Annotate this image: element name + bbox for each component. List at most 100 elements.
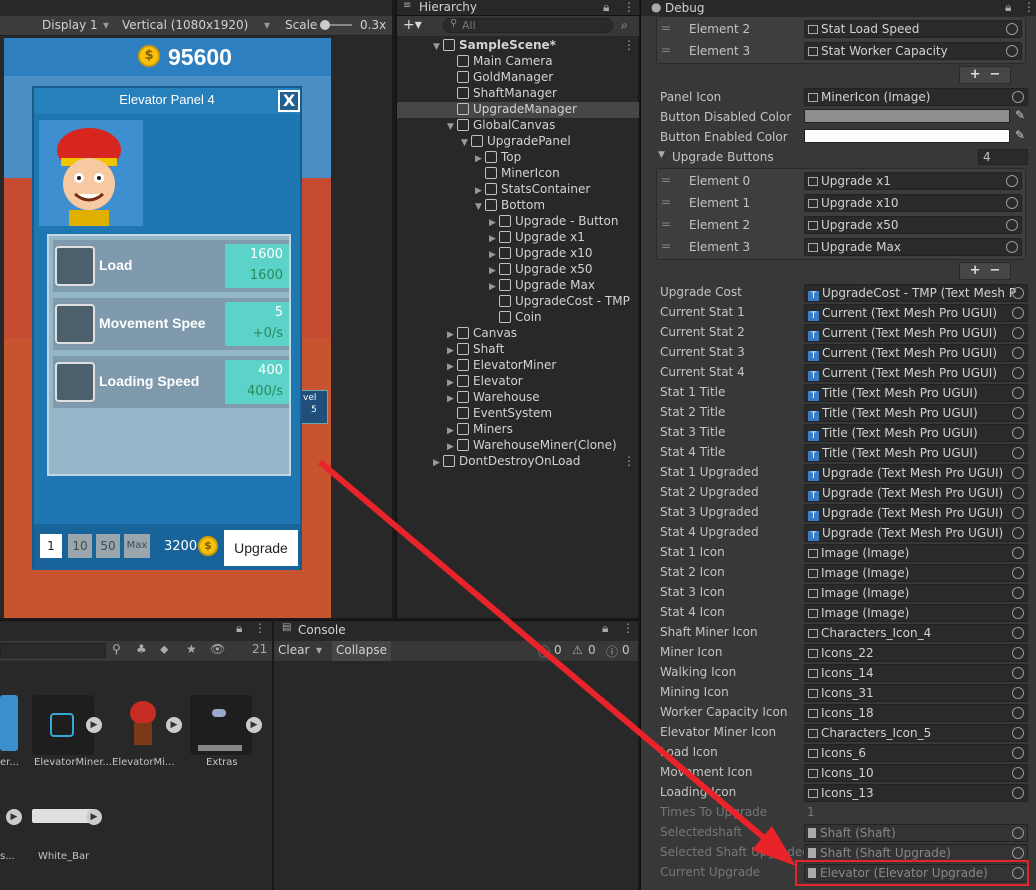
object-field[interactable]: T Current (Text Mesh Pro UGUI) bbox=[804, 344, 1028, 362]
foldout-arrow-icon[interactable]: ▶ bbox=[475, 154, 485, 164]
drag-handle-icon[interactable]: = bbox=[661, 173, 671, 187]
target-icon[interactable] bbox=[1012, 287, 1024, 299]
drag-handle-icon[interactable]: = bbox=[661, 43, 671, 57]
object-field[interactable]: T Upgrade (Text Mesh Pro UGUI) bbox=[804, 484, 1028, 502]
object-field[interactable]: Icons_31 bbox=[804, 684, 1028, 702]
target-icon[interactable] bbox=[1012, 667, 1024, 679]
target-icon[interactable] bbox=[1012, 767, 1024, 779]
object-field[interactable]: T Title (Text Mesh Pro UGUI) bbox=[804, 444, 1028, 462]
foldout-arrow-icon[interactable]: ▶ bbox=[489, 218, 499, 228]
target-icon[interactable] bbox=[1012, 527, 1024, 539]
lock-icon[interactable]: 🔒︎ bbox=[1005, 0, 1011, 15]
object-field[interactable]: Image (Image) bbox=[804, 604, 1028, 622]
object-field[interactable]: T Upgrade (Text Mesh Pro UGUI) bbox=[804, 504, 1028, 522]
hierarchy-item[interactable]: ▶ WarehouseMiner(Clone) bbox=[447, 438, 617, 454]
eyedropper-icon[interactable]: ✎ bbox=[1015, 128, 1025, 142]
target-icon[interactable] bbox=[1012, 727, 1024, 739]
element-field[interactable]: Upgrade x10 bbox=[804, 194, 1022, 212]
asset-label[interactable]: Extras bbox=[206, 757, 238, 768]
object-field[interactable]: T Title (Text Mesh Pro UGUI) bbox=[804, 424, 1028, 442]
foldout-arrow-icon[interactable]: ▼ bbox=[447, 122, 457, 132]
object-field[interactable]: Icons_13 bbox=[804, 784, 1028, 802]
expand-icon[interactable]: ▶ bbox=[6, 809, 22, 825]
element-field[interactable]: Stat Load Speed bbox=[804, 20, 1022, 38]
search-by-type-icon[interactable]: ⚲ bbox=[112, 642, 121, 656]
display-dropdown[interactable]: Display 1 bbox=[42, 18, 98, 32]
hierarchy-item[interactable]: UpgradeManager bbox=[447, 102, 577, 118]
foldout-arrow-icon[interactable]: ▶ bbox=[489, 250, 499, 260]
expand-icon[interactable]: ▶ bbox=[166, 717, 182, 733]
error-icon[interactable]: ⓘ bbox=[606, 643, 618, 660]
target-icon[interactable] bbox=[1006, 219, 1018, 231]
hierarchy-item[interactable]: ▼ SampleScene* bbox=[433, 38, 556, 54]
target-icon[interactable] bbox=[1012, 91, 1024, 103]
target-icon[interactable] bbox=[1012, 387, 1024, 399]
hierarchy-search-input[interactable]: ⚲ All bbox=[443, 18, 613, 33]
chevron-down-icon[interactable]: ▾ bbox=[316, 643, 322, 657]
object-field[interactable]: Image (Image) bbox=[804, 584, 1028, 602]
clear-button[interactable]: Clear bbox=[278, 643, 309, 657]
hierarchy-item[interactable]: ▶ Shaft bbox=[447, 342, 504, 358]
array-size-input[interactable]: 4 bbox=[978, 149, 1028, 165]
filter-icon[interactable]: ♣ bbox=[136, 642, 147, 656]
target-icon[interactable] bbox=[1012, 427, 1024, 439]
object-field[interactable]: Icons_6 bbox=[804, 744, 1028, 762]
asset-label[interactable]: er... bbox=[0, 757, 19, 768]
element-field[interactable]: Upgrade x50 bbox=[804, 216, 1022, 234]
lock-icon[interactable]: 🔒︎ bbox=[603, 0, 609, 15]
hierarchy-item[interactable]: ▶ Elevator bbox=[447, 374, 523, 390]
target-icon[interactable] bbox=[1012, 347, 1024, 359]
hierarchy-item[interactable]: ▼ UpgradePanel bbox=[461, 134, 571, 150]
upgrade-button[interactable]: Upgrade bbox=[224, 530, 298, 566]
object-field[interactable]: T Upgrade (Text Mesh Pro UGUI) bbox=[804, 464, 1028, 482]
object-field[interactable]: Characters_Icon_4 bbox=[804, 624, 1028, 642]
foldout-arrow-icon[interactable]: ▶ bbox=[447, 346, 457, 356]
tab-console[interactable]: Console bbox=[298, 623, 346, 637]
object-field[interactable]: Image (Image) bbox=[804, 544, 1028, 562]
hierarchy-item[interactable]: MinerIcon bbox=[475, 166, 560, 182]
foldout-arrow-icon[interactable]: ▶ bbox=[447, 378, 457, 388]
element-field[interactable]: Stat Worker Capacity bbox=[804, 42, 1022, 60]
foldout-arrow-icon[interactable]: ▶ bbox=[447, 362, 457, 372]
more-options-icon[interactable]: ⋮ bbox=[1023, 0, 1035, 14]
expand-icon[interactable]: ▶ bbox=[246, 717, 262, 733]
object-field[interactable]: Icons_14 bbox=[804, 664, 1028, 682]
object-field[interactable]: Icons_22 bbox=[804, 644, 1028, 662]
hierarchy-item[interactable]: ▶ Upgrade Max bbox=[489, 278, 595, 294]
target-icon[interactable] bbox=[1012, 327, 1024, 339]
target-icon[interactable] bbox=[1012, 567, 1024, 579]
asset-thumbnail[interactable] bbox=[32, 695, 94, 755]
hierarchy-item[interactable]: ▶ StatsContainer bbox=[475, 182, 590, 198]
asset-label[interactable]: s... bbox=[0, 851, 15, 862]
foldout-arrow-icon[interactable]: ▶ bbox=[447, 442, 457, 452]
foldout-arrow-icon[interactable]: ▶ bbox=[489, 234, 499, 244]
object-field[interactable]: T Upgrade (Text Mesh Pro UGUI) bbox=[804, 524, 1028, 542]
target-icon[interactable] bbox=[1012, 547, 1024, 559]
info-icon[interactable]: ⓘ bbox=[538, 643, 550, 660]
more-options-icon[interactable]: ⋮ bbox=[254, 621, 266, 635]
target-icon[interactable] bbox=[1012, 507, 1024, 519]
target-icon[interactable] bbox=[1006, 241, 1018, 253]
object-field[interactable]: T Current (Text Mesh Pro UGUI) bbox=[804, 324, 1028, 342]
object-field[interactable]: T Title (Text Mesh Pro UGUI) bbox=[804, 384, 1028, 402]
hierarchy-item[interactable]: ▶ Upgrade x10 bbox=[489, 246, 593, 262]
asset-label[interactable]: ElevatorMiner... bbox=[34, 757, 112, 768]
foldout-arrow-icon[interactable]: ▶ bbox=[489, 266, 499, 276]
upgrade-x10-button[interactable]: 10 bbox=[68, 534, 92, 558]
hierarchy-item[interactable]: ▶ Warehouse bbox=[447, 390, 540, 406]
target-icon[interactable] bbox=[1012, 307, 1024, 319]
collapse-button[interactable]: Collapse bbox=[332, 641, 391, 661]
hierarchy-item[interactable]: ▼ Bottom bbox=[475, 198, 545, 214]
tab-debug[interactable]: Debug bbox=[665, 1, 704, 15]
more-options-icon[interactable]: ⋮ bbox=[622, 621, 634, 635]
foldout-arrow-icon[interactable]: ▼ bbox=[461, 138, 471, 148]
more-options-icon[interactable]: ⋮ bbox=[623, 0, 635, 14]
hierarchy-item[interactable]: Coin bbox=[489, 310, 542, 326]
object-field[interactable]: T Title (Text Mesh Pro UGUI) bbox=[804, 404, 1028, 422]
target-icon[interactable] bbox=[1012, 707, 1024, 719]
game-viewport[interactable]: vel 5 $ 95600 Elevator Panel 4 X Load 16… bbox=[4, 38, 331, 618]
project-search-input[interactable] bbox=[0, 643, 106, 658]
object-field[interactable]: Characters_Icon_5 bbox=[804, 724, 1028, 742]
expand-icon[interactable]: ▶ bbox=[86, 717, 102, 733]
white-bar-thumbnail[interactable] bbox=[32, 809, 94, 823]
